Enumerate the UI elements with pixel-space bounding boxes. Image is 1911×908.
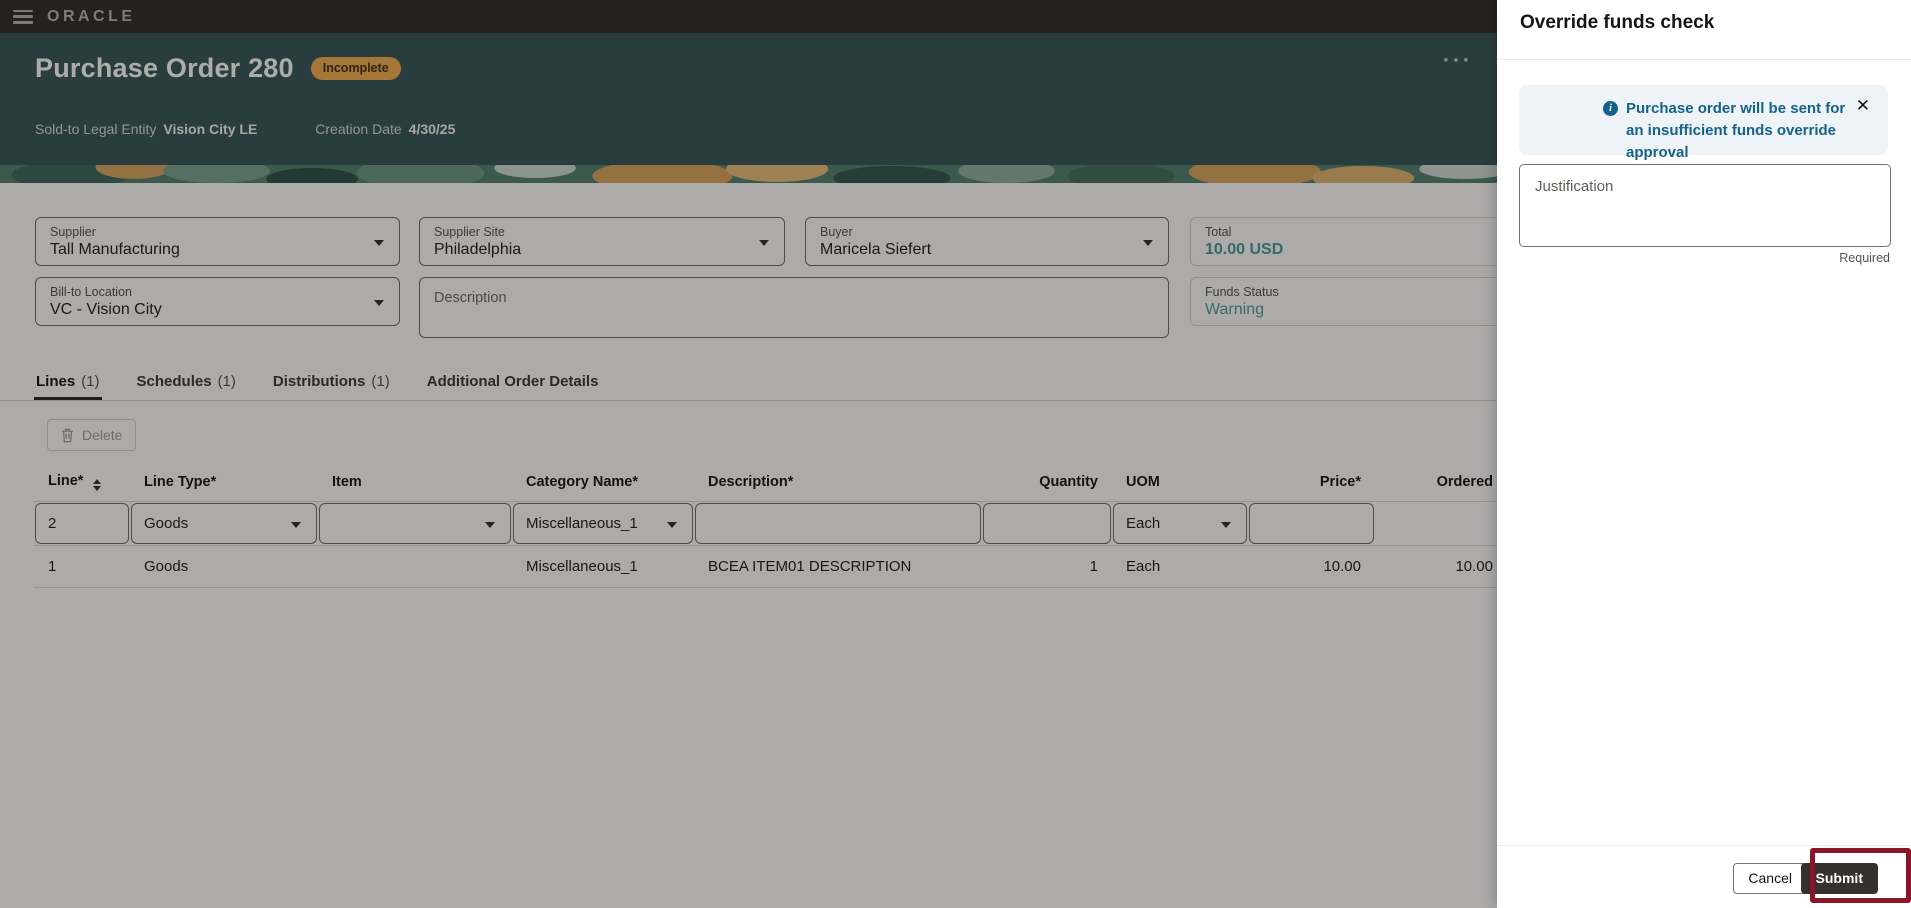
divider bbox=[1497, 845, 1911, 846]
submit-button[interactable]: Submit bbox=[1801, 863, 1878, 894]
modal-scrim bbox=[0, 0, 1497, 908]
close-icon[interactable]: ✕ bbox=[1856, 97, 1870, 114]
divider bbox=[1497, 59, 1911, 60]
override-funds-check-drawer: Override funds check i Purchase order wi… bbox=[1497, 0, 1911, 908]
app-window: ORACLE Purchase Order 280 Incomplete ···… bbox=[0, 0, 1911, 908]
justification-field bbox=[1519, 164, 1891, 247]
cancel-button[interactable]: Cancel bbox=[1733, 863, 1807, 894]
drawer-title: Override funds check bbox=[1520, 12, 1714, 34]
required-label: Required bbox=[1839, 251, 1890, 265]
info-icon: i bbox=[1603, 101, 1618, 116]
info-banner: i Purchase order will be sent for an ins… bbox=[1519, 85, 1888, 155]
justification-textarea[interactable] bbox=[1519, 164, 1891, 247]
info-message: Purchase order will be sent for an insuf… bbox=[1626, 98, 1858, 155]
